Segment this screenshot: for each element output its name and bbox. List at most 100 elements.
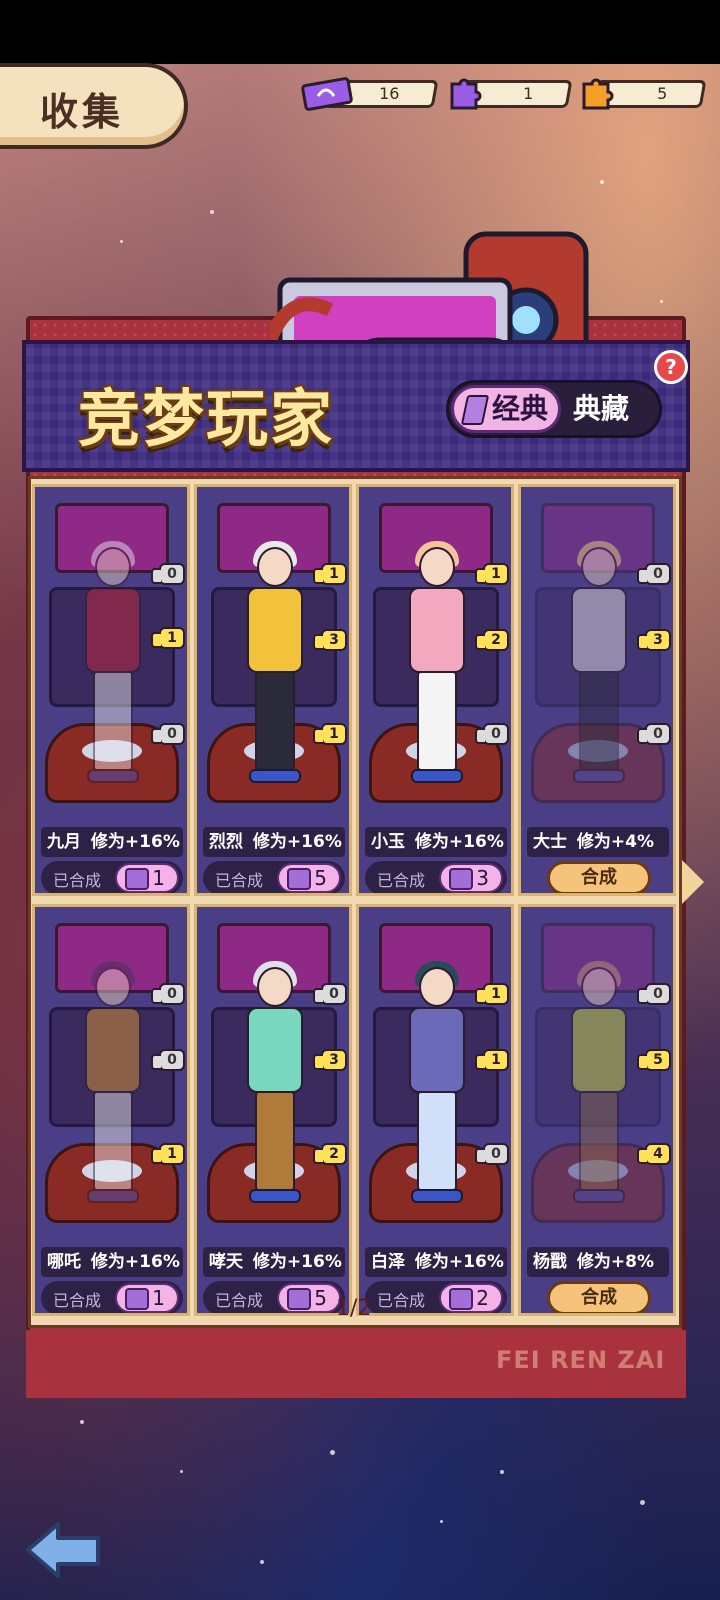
duplicate-pieces-count: 2	[476, 1286, 489, 1310]
piece-count-bottom: 0	[151, 723, 185, 745]
piece-count-middle: 1	[475, 1049, 509, 1071]
duplicate-pieces-pill[interactable]: 1	[115, 863, 179, 893]
character-card[interactable]: 0 5 4 杨戬 修为+8% 合成	[518, 904, 676, 1316]
character-figure	[79, 541, 145, 787]
character-card[interactable]: 1 2 0 小玉 修为+16% 已合成 3	[356, 484, 514, 896]
character-legs	[255, 1091, 295, 1191]
character-outfit	[247, 587, 303, 673]
character-head	[257, 547, 293, 587]
character-legs	[93, 671, 133, 771]
character-head	[581, 547, 617, 587]
character-name-bar: 小玉 修为+16%	[365, 827, 507, 857]
character-bonus: 修为+16%	[252, 832, 342, 852]
character-card[interactable]: 0 0 1 哪吒 修为+16% 已合成 1	[32, 904, 190, 1316]
character-shoes	[87, 769, 139, 783]
character-shoes	[249, 1189, 301, 1203]
back-arrow-icon[interactable]	[24, 1518, 104, 1582]
synthesized-label: 已合成	[215, 1291, 264, 1310]
character-figure	[565, 541, 631, 787]
next-page-arrow-icon[interactable]	[682, 860, 704, 904]
character-bonus: 修为+16%	[414, 832, 504, 852]
synthesized-status: 已合成 1	[41, 1281, 183, 1313]
piece-count-bottom: 0	[475, 723, 509, 745]
character-name-bar: 哮天 修为+16%	[203, 1247, 345, 1277]
tab-collection[interactable]: 典藏	[573, 389, 629, 429]
character-name: 杨戬	[533, 1252, 567, 1272]
character-figure	[79, 961, 145, 1207]
character-legs	[417, 671, 457, 771]
character-name-bar: 哪吒 修为+16%	[41, 1247, 183, 1277]
duplicate-pieces-count: 1	[152, 866, 165, 890]
tab-classic-label: 经典	[492, 392, 549, 425]
character-card[interactable]: 1 3 1 烈烈 修为+16% 已合成 5	[194, 484, 352, 896]
puzzle-icon	[287, 868, 311, 890]
character-figure	[241, 541, 307, 787]
piece-count-middle: 2	[475, 629, 509, 651]
piece-count-middle: 3	[313, 1049, 347, 1071]
piece-count-top: 0	[637, 983, 671, 1005]
piece-count-top: 0	[151, 983, 185, 1005]
character-legs	[93, 1091, 133, 1191]
character-card[interactable]: 0 3 2 哮天 修为+16% 已合成 5	[194, 904, 352, 1316]
character-name-bar: 烈烈 修为+16%	[203, 827, 345, 857]
page-title: 收集	[40, 90, 125, 134]
character-name: 九月	[47, 832, 81, 852]
piece-count-bottom: 4	[637, 1143, 671, 1165]
character-bonus: 修为+8%	[576, 1252, 655, 1272]
help-button[interactable]: ?	[654, 350, 688, 384]
character-card[interactable]: 0 3 0 大士 修为+4% 合成	[518, 484, 676, 896]
character-head	[95, 547, 131, 587]
synthesized-status: 已合成 3	[365, 861, 507, 893]
piece-count-bottom: 0	[475, 1143, 509, 1165]
synthesized-label: 已合成	[215, 871, 264, 890]
character-figure	[403, 961, 469, 1207]
tab-classic[interactable]: 经典	[451, 385, 561, 433]
ticket-icon	[301, 77, 353, 111]
duplicate-pieces-pill[interactable]: 1	[115, 1283, 179, 1313]
piece-count-middle: 3	[637, 629, 671, 651]
duplicate-pieces-pill[interactable]: 5	[277, 863, 341, 893]
character-shoes	[573, 1189, 625, 1203]
character-name: 哮天	[209, 1252, 243, 1272]
character-bonus: 修为+16%	[414, 1252, 504, 1272]
character-shoes	[249, 769, 301, 783]
character-legs	[417, 1091, 457, 1191]
character-outfit	[571, 587, 627, 673]
piece-count-top: 0	[151, 563, 185, 585]
tab-bar: 经典 典藏	[446, 380, 662, 438]
duplicate-pieces-pill[interactable]: 3	[439, 863, 503, 893]
ticket-count: 16	[378, 84, 400, 103]
character-bonus: 修为+16%	[90, 1252, 180, 1272]
character-bonus: 修为+16%	[252, 1252, 342, 1272]
character-bonus: 修为+16%	[90, 832, 180, 852]
duplicate-pieces-count: 3	[476, 866, 489, 890]
character-figure	[403, 541, 469, 787]
character-head	[95, 967, 131, 1007]
puzzle-icon	[287, 1288, 311, 1310]
synthesize-button[interactable]: 合成	[547, 1281, 651, 1313]
orange-puzzle-count: 5	[656, 84, 668, 103]
piece-count-top: 1	[313, 563, 347, 585]
status-bar	[0, 0, 720, 64]
character-name: 哪吒	[47, 1252, 81, 1272]
character-card[interactable]: 0 1 0 九月 修为+16% 已合成 1	[32, 484, 190, 896]
synthesized-status: 已合成 5	[203, 861, 345, 893]
duplicate-pieces-pill[interactable]: 2	[439, 1283, 503, 1313]
synthesize-button[interactable]: 合成	[547, 861, 651, 893]
page-indicator: 1/2	[336, 1296, 372, 1321]
character-head	[419, 967, 455, 1007]
duplicate-pieces-count: 1	[152, 1286, 165, 1310]
purple-puzzle-count: 1	[522, 84, 534, 103]
puzzle-icon	[125, 868, 149, 890]
synthesized-status: 已合成 1	[41, 861, 183, 893]
duplicate-pieces-count: 5	[314, 1286, 327, 1310]
character-shoes	[87, 1189, 139, 1203]
synthesized-status: 已合成 2	[365, 1281, 507, 1313]
character-bonus: 修为+4%	[576, 832, 655, 852]
character-card[interactable]: 1 1 0 白泽 修为+16% 已合成 2	[356, 904, 514, 1316]
puzzle-icon	[125, 1288, 149, 1310]
duplicate-pieces-pill[interactable]: 5	[277, 1283, 341, 1313]
synthesized-label: 已合成	[377, 871, 426, 890]
character-name-bar: 大士 修为+4%	[527, 827, 669, 857]
piece-count-top: 1	[475, 563, 509, 585]
